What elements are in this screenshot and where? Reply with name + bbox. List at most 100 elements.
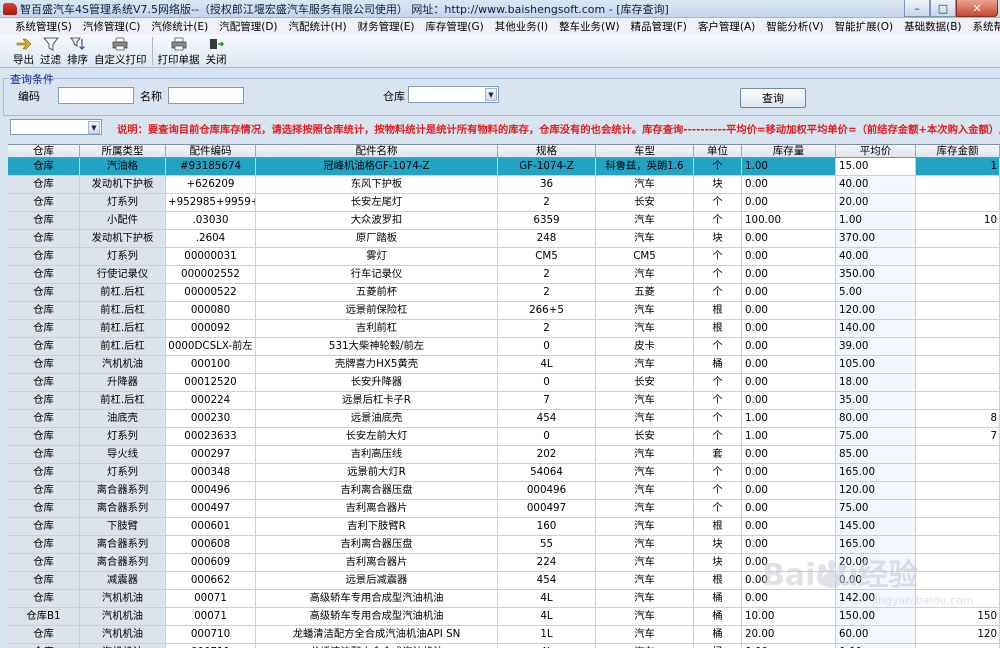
cell-warehouse[interactable]: 仓库 xyxy=(8,464,80,482)
cell-warehouse[interactable]: 仓库 xyxy=(8,230,80,248)
cell-model[interactable]: 五菱 xyxy=(596,284,694,302)
table-row[interactable]: 仓库 前杠.后杠 0000DCSLX-前左 531大柴神轮毂/前左 0 皮卡个 0.00 39… xyxy=(8,338,1000,356)
cell-quantity[interactable]: 0.00 xyxy=(742,590,836,608)
table-row[interactable]: 仓库 导火线 000297 吉利高压线 202 汽车套 0.00 85.00 xyxy=(8,446,1000,464)
cell-warehouse[interactable]: 仓库 xyxy=(8,194,80,212)
cell-code[interactable]: 000100 xyxy=(166,356,256,374)
cell-warehouse[interactable]: 仓库 xyxy=(8,392,80,410)
cell-name[interactable]: 高级轿车专用合成型汽油机油 xyxy=(256,590,498,608)
cell-warehouse[interactable]: 仓库 xyxy=(8,446,80,464)
cell-model[interactable]: 科鲁兹，英朗1.6 xyxy=(596,158,694,176)
cell-type[interactable]: 灯系列 xyxy=(80,428,166,446)
cell-quantity[interactable]: 0.00 xyxy=(742,572,836,590)
cell-unit[interactable]: 个 xyxy=(694,194,742,212)
cell-spec[interactable]: 36 xyxy=(498,176,596,194)
cell-avg-price[interactable]: 35.00 xyxy=(836,392,916,410)
cell-spec[interactable]: 0 xyxy=(498,338,596,356)
cell-code[interactable]: 000297 xyxy=(166,446,256,464)
cell-code[interactable]: #93185674 xyxy=(166,158,256,176)
cell-spec[interactable]: 4L xyxy=(498,644,596,648)
cell-avg-price[interactable]: 40.00 xyxy=(836,248,916,266)
table-row[interactable]: 仓库 灯系列 00023633 长安左前大灯 0 长安个 1.00 75.00 7 xyxy=(8,428,1000,446)
cell-type[interactable]: 小配件 xyxy=(80,212,166,230)
cell-unit[interactable]: 个 xyxy=(694,158,742,176)
cell-name[interactable]: 吉利下肢臂R xyxy=(256,518,498,536)
cell-name[interactable]: 长安左尾灯 xyxy=(256,194,498,212)
cell-warehouse[interactable]: 仓库 xyxy=(8,302,80,320)
cell-unit[interactable]: 桶 xyxy=(694,608,742,626)
cell-amount[interactable] xyxy=(916,302,1000,320)
cell-model[interactable]: 汽车 xyxy=(596,536,694,554)
cell-warehouse[interactable]: 仓库 xyxy=(8,356,80,374)
cell-code[interactable]: 000601 xyxy=(166,518,256,536)
table-row[interactable]: 仓库 汽机机油 00071 高级轿车专用合成型汽油机油 4L 汽车桶 0.00 142.00 xyxy=(8,590,1000,608)
cell-model[interactable]: 汽车 xyxy=(596,410,694,428)
cell-amount[interactable] xyxy=(916,590,1000,608)
cell-quantity[interactable]: 0.00 xyxy=(742,284,836,302)
cell-warehouse[interactable]: 仓库 xyxy=(8,284,80,302)
cell-quantity[interactable]: 0.00 xyxy=(742,302,836,320)
cell-avg-price[interactable]: 370.00 xyxy=(836,230,916,248)
cell-name[interactable]: 长安左前大灯 xyxy=(256,428,498,446)
cell-warehouse[interactable]: 仓库 xyxy=(8,248,80,266)
table-row[interactable]: 仓库 小配件 .03030 大众波罗扣 6359 汽车个 100.00 1.00 10 xyxy=(8,212,1000,230)
cell-model[interactable]: 汽车 xyxy=(596,572,694,590)
cell-type[interactable]: 发动机下护板 xyxy=(80,176,166,194)
cell-avg-price[interactable]: 120.00 xyxy=(836,482,916,500)
cell-quantity[interactable]: 0.00 xyxy=(742,554,836,572)
cell-spec[interactable]: 4L xyxy=(498,590,596,608)
cell-type[interactable]: 汽机机油 xyxy=(80,590,166,608)
cell-avg-price[interactable]: 40.00 xyxy=(836,176,916,194)
table-row[interactable]: 仓库 离合器系列 000609 吉利离合器片 224 汽车块 0.00 20.00 xyxy=(8,554,1000,572)
cell-model[interactable]: 汽车 xyxy=(596,392,694,410)
cell-warehouse[interactable]: 仓库 xyxy=(8,212,80,230)
cell-spec[interactable]: 2 xyxy=(498,194,596,212)
table-row[interactable]: 仓库B1 汽机机油 00071 高级轿车专用合成型汽油机油 4L 汽车桶 10.00 150.… xyxy=(8,608,1000,626)
cell-name[interactable]: 远景油底壳 xyxy=(256,410,498,428)
cell-warehouse[interactable]: 仓库 xyxy=(8,644,80,648)
export-button[interactable]: 导出 xyxy=(10,35,37,67)
table-row[interactable]: 仓库 离合器系列 000497 吉利离合器片 000497 汽车个 0.00 75.00 xyxy=(8,500,1000,518)
cell-amount[interactable] xyxy=(916,374,1000,392)
cell-quantity[interactable]: 100.00 xyxy=(742,212,836,230)
cell-avg-price[interactable]: 39.00 xyxy=(836,338,916,356)
sort-button[interactable]: 排序 xyxy=(64,35,91,67)
cell-amount[interactable] xyxy=(916,572,1000,590)
cell-amount[interactable]: 150 xyxy=(916,608,1000,626)
cell-code[interactable]: 000224 xyxy=(166,392,256,410)
cell-amount[interactable] xyxy=(916,392,1000,410)
cell-spec[interactable]: GF-1074-Z xyxy=(498,158,596,176)
cell-unit[interactable]: 根 xyxy=(694,572,742,590)
cell-avg-price[interactable]: 165.00 xyxy=(836,464,916,482)
cell-quantity[interactable]: 0.00 xyxy=(742,518,836,536)
code-input[interactable] xyxy=(58,87,134,104)
cell-unit[interactable]: 套 xyxy=(694,446,742,464)
cell-name[interactable]: 远景前大灯R xyxy=(256,464,498,482)
cell-name[interactable]: 五菱前杯 xyxy=(256,284,498,302)
cell-code[interactable]: 0000DCSLX-前左 xyxy=(166,338,256,356)
cell-name[interactable]: 吉利前杠 xyxy=(256,320,498,338)
cell-name[interactable]: 高级轿车专用合成型汽油机油 xyxy=(256,608,498,626)
menu-customer[interactable]: 客户管理(A) xyxy=(693,19,761,34)
table-row[interactable]: 仓库 灯系列 +952985+9959+ 长安左尾灯 2 长安个 0.00 20.00 xyxy=(8,194,1000,212)
close-button[interactable]: 关闭 xyxy=(203,35,230,67)
cell-model[interactable]: 长安 xyxy=(596,194,694,212)
cell-unit[interactable]: 根 xyxy=(694,518,742,536)
cell-amount[interactable] xyxy=(916,644,1000,648)
cell-avg-price[interactable]: 1.00 xyxy=(836,212,916,230)
close-window-button[interactable]: ✕ xyxy=(956,0,998,17)
cell-code[interactable]: 000496 xyxy=(166,482,256,500)
cell-avg-price[interactable]: 60.00 xyxy=(836,626,916,644)
table-row[interactable]: 仓库 下肢臂 000601 吉利下肢臂R 160 汽车根 0.00 145.00 xyxy=(8,518,1000,536)
cell-warehouse[interactable]: 仓库 xyxy=(8,374,80,392)
cell-code[interactable]: 000080 xyxy=(166,302,256,320)
cell-spec[interactable]: 55 xyxy=(498,536,596,554)
cell-type[interactable]: 行使记录仪 xyxy=(80,266,166,284)
cell-name[interactable]: 冠峰机油格GF-1074-Z xyxy=(256,158,498,176)
cell-amount[interactable] xyxy=(916,518,1000,536)
cell-spec[interactable]: 000496 xyxy=(498,482,596,500)
cell-spec[interactable]: 1L xyxy=(498,626,596,644)
table-row[interactable]: 仓库 油底壳 000230 远景油底壳 454 汽车个 1.00 80.00 8 xyxy=(8,410,1000,428)
warehouse-select[interactable]: ▼ xyxy=(408,86,499,103)
table-row[interactable]: 仓库汽机机油000711龙蟠清洁配方全合成汽油机油4L汽车桶0.000.00 xyxy=(8,644,1000,648)
